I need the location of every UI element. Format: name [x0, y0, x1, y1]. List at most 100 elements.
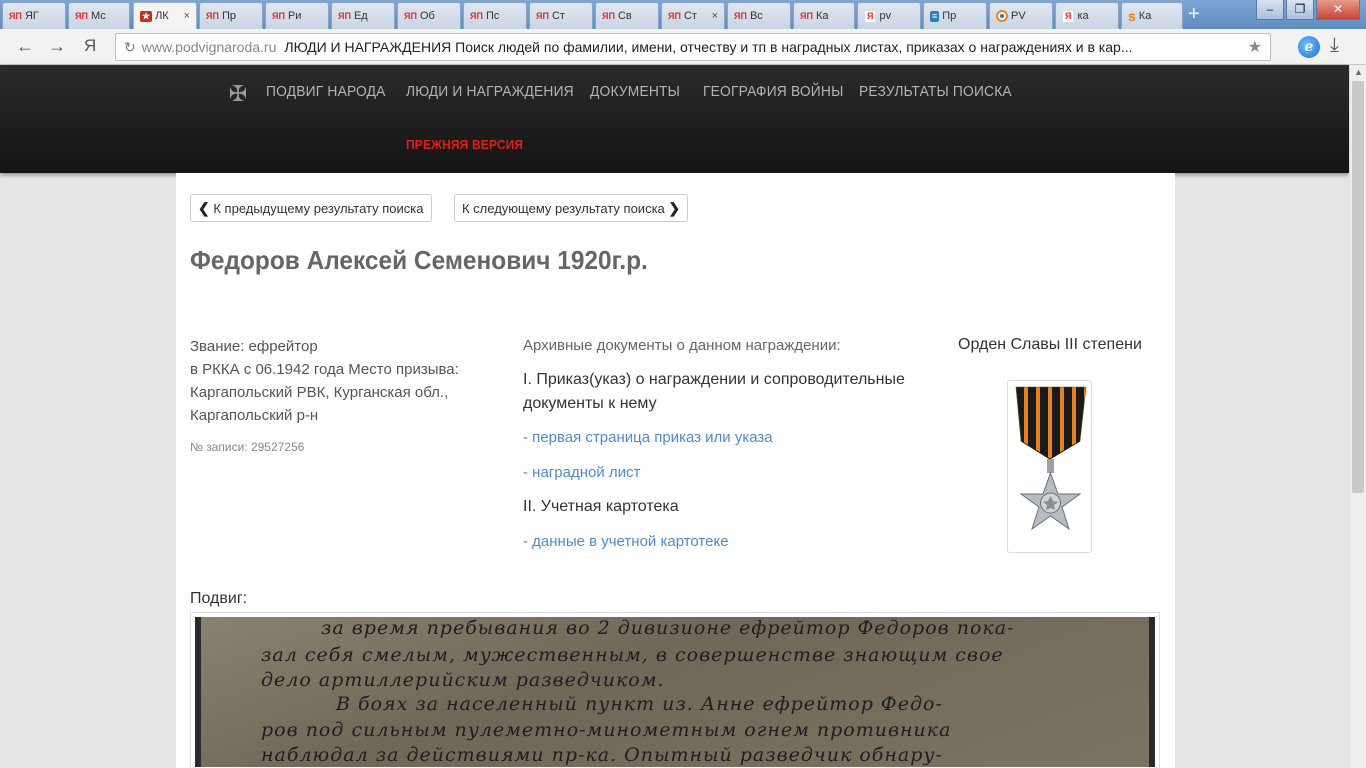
- yandex-browser-favicon-icon: Я: [864, 9, 877, 23]
- scan-line: за время пребывания во 2 дивизионе ефрей…: [321, 617, 1015, 639]
- tab-label: Мс: [90, 10, 106, 22]
- close-window-button[interactable]: ✕: [1316, 0, 1360, 20]
- browser-tab-strip: ЯП ЯГ ЯП Мс ★ ЛК × ЯП Пр ЯП Ри ЯП Ед ЯП Об ЯП Пс …: [0, 0, 1366, 29]
- nav-home[interactable]: ПОДВИГ НАРОДА: [266, 83, 386, 100]
- forward-arrow-icon[interactable]: →: [48, 36, 66, 56]
- browser-tab[interactable]: Яpv: [857, 2, 921, 29]
- record-card: ❮ К предыдущему результату поиска К след…: [176, 173, 1175, 768]
- page-scrollbar[interactable]: ▲: [1349, 65, 1366, 768]
- browser-tab[interactable]: ЯП Ри: [265, 2, 329, 29]
- yandex-favicon-icon: ЯП: [338, 10, 351, 21]
- order-of-glory-icon: [1015, 386, 1087, 531]
- tab-label: Ри: [287, 10, 302, 22]
- award-name: Орден Славы III степени: [958, 336, 1142, 353]
- back-arrow-icon[interactable]: ←: [16, 36, 34, 56]
- browser-tab[interactable]: ѕ Ка: [1121, 2, 1183, 29]
- minimize-button[interactable]: –: [1256, 0, 1284, 20]
- tab-label: ка: [1077, 10, 1089, 22]
- eagle-emblem-icon[interactable]: ✠: [221, 80, 255, 108]
- browser-tab[interactable]: PV: [989, 2, 1053, 29]
- browser-tab[interactable]: ЯП Пр: [199, 2, 263, 29]
- yandex-logo-icon[interactable]: Я: [84, 36, 96, 56]
- browser-tab[interactable]: ≡ Пр: [923, 2, 987, 29]
- tab-label: Св: [617, 10, 632, 22]
- scan-line: наблюдал за действиями пр-ка. Опытный ра…: [261, 744, 943, 766]
- nav-search-results[interactable]: РЕЗУЛЬТАТЫ ПОИСКА: [859, 83, 1012, 100]
- browser-tab[interactable]: ЯП Ка: [793, 2, 855, 29]
- yandex-browser-favicon-icon: Я: [1062, 9, 1075, 23]
- browser-tab[interactable]: Яка: [1055, 2, 1119, 29]
- browser-tab[interactable]: ЯП Пс: [463, 2, 527, 29]
- download-icon[interactable]: ⤓: [1330, 34, 1339, 57]
- star-favicon-icon: ★: [140, 10, 153, 22]
- browser-tab[interactable]: ЯП Ст ×: [661, 2, 725, 29]
- archive-heading: Архивные документы о данном награждении:: [523, 337, 841, 354]
- yandex-favicon-icon: ЯП: [9, 10, 22, 21]
- nav-war-geography[interactable]: ГЕОГРАФИЯ ВОЙНЫ: [703, 83, 843, 100]
- tab-label: Пр: [942, 10, 957, 22]
- yandex-favicon-icon: ЯП: [602, 10, 615, 21]
- browser-tab[interactable]: ЯП Св: [595, 2, 659, 29]
- record-number: № записи: 29527256: [190, 440, 305, 454]
- ie-icon[interactable]: e: [1298, 36, 1320, 58]
- bookmark-star-icon[interactable]: ★: [1248, 37, 1262, 57]
- nav-people-awards[interactable]: ЛЮДИ И НАГРАЖДЕНИЯ: [406, 83, 574, 100]
- browser-tab[interactable]: ЯП Вс: [727, 2, 791, 29]
- next-result-button[interactable]: К следующему результату поиска ❯: [454, 194, 689, 222]
- window-controls: – ❐ ✕: [1254, 0, 1360, 20]
- nav-documents[interactable]: ДОКУМЕНТЫ: [590, 83, 680, 100]
- scan-line: дело артиллерийским разведчиком.: [261, 669, 665, 691]
- browser-tab-active[interactable]: ★ ЛК ×: [133, 2, 197, 29]
- browser-tab[interactable]: ЯП Мс: [68, 2, 130, 29]
- close-tab-icon[interactable]: ×: [712, 10, 718, 22]
- scan-line: зал себя смелым, мужественным, в соверше…: [261, 644, 1004, 666]
- previous-result-button[interactable]: ❮ К предыдущему результату поиска: [190, 194, 432, 222]
- circle-favicon-icon: [996, 10, 1008, 22]
- close-tab-icon[interactable]: ×: [184, 10, 190, 22]
- yandex-favicon-icon: ЯП: [536, 10, 549, 21]
- tab-label: Ст: [551, 10, 565, 22]
- tab-label: Пс: [485, 10, 500, 22]
- scrollbar-thumb[interactable]: [1352, 81, 1364, 493]
- yandex-favicon-icon: ЯП: [404, 10, 417, 21]
- tab-label: Ст: [683, 10, 697, 22]
- yandex-favicon-icon: ЯП: [800, 10, 813, 21]
- scroll-up-icon[interactable]: ▲: [1354, 67, 1363, 77]
- browser-toolbar: ← → Я ↻ www.podvignaroda.ru ЛЮДИ И НАГРА…: [0, 29, 1366, 65]
- previous-result-label: К предыдущему результату поиска: [213, 200, 424, 216]
- chevron-left-icon: ❮: [198, 199, 210, 216]
- restore-button[interactable]: ❐: [1286, 0, 1314, 20]
- scan-line: ров под сильным пулеметно-минометным огн…: [261, 719, 952, 741]
- scan-image: за время пребывания во 2 дивизионе ефрей…: [195, 617, 1155, 767]
- tab-label: Ед: [353, 10, 368, 22]
- person-info: Звание: ефрейтор в РККА с 06.1942 года М…: [190, 335, 490, 427]
- reload-icon[interactable]: ↻: [124, 39, 136, 56]
- section-card-index-title: II. Учетная картотека: [523, 498, 679, 515]
- link-card-data[interactable]: - данные в учетной картотеке: [523, 533, 729, 550]
- yandex-favicon-icon: ЯП: [734, 10, 747, 21]
- section-order-title: I. Приказ(указ) о награждении и сопровод…: [523, 371, 905, 412]
- yandex-favicon-icon: ЯП: [75, 10, 88, 21]
- tab-label: Ка: [1138, 10, 1152, 22]
- tab-label: Пр: [221, 10, 236, 22]
- feat-document-scan[interactable]: за время пребывания во 2 дивизионе ефрей…: [190, 612, 1160, 768]
- scan-line: В боях за населенный пункт из. Анне ефре…: [336, 693, 943, 715]
- nav-old-version[interactable]: ПРЕЖНЯЯ ВЕРСИЯ: [406, 137, 523, 152]
- address-domain: www.podvignaroda.ru: [141, 39, 277, 55]
- tab-label: pv: [879, 10, 892, 22]
- feat-label: Подвиг:: [190, 590, 248, 607]
- globe-favicon-icon: ≡: [930, 10, 940, 22]
- page-title: Федоров Алексей Семенович 1920г.р.: [190, 245, 648, 275]
- browser-tab[interactable]: ЯП Об: [397, 2, 461, 29]
- next-result-label: К следующему результату поиска: [462, 200, 665, 216]
- order-of-glory-image[interactable]: [1007, 380, 1092, 553]
- link-award-sheet[interactable]: - наградной лист: [523, 464, 640, 481]
- link-first-page[interactable]: - первая страница приказ или указа: [523, 429, 773, 446]
- browser-tab[interactable]: ЯП ЯГ: [2, 2, 66, 29]
- browser-tab[interactable]: ЯП Ед: [331, 2, 395, 29]
- scan-paper: за время пребывания во 2 дивизионе ефрей…: [201, 617, 1149, 767]
- yandex-favicon-icon: ЯП: [206, 10, 219, 21]
- new-tab-button[interactable]: +: [1188, 4, 1200, 24]
- browser-tab[interactable]: ЯП Ст: [529, 2, 593, 29]
- address-bar[interactable]: ↻ www.podvignaroda.ru ЛЮДИ И НАГРАЖДЕНИЯ…: [115, 33, 1271, 61]
